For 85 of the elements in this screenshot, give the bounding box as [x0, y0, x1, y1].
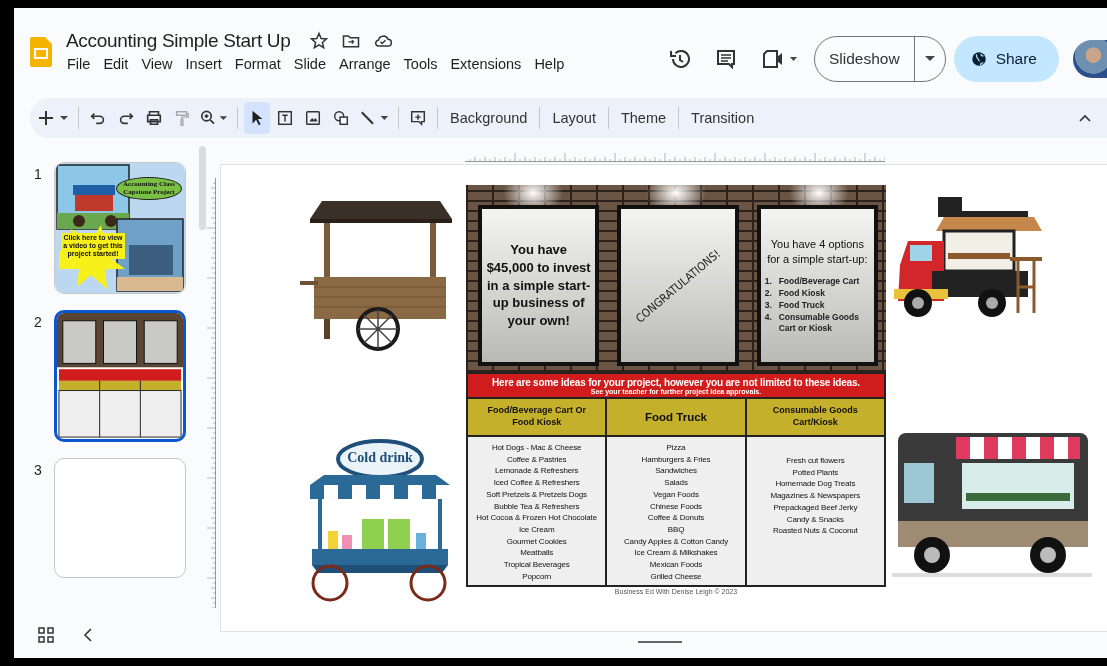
paint-roller-icon: [173, 109, 191, 127]
idea-item: Potted Plants: [792, 466, 839, 479]
column-header: Food Truck: [607, 399, 745, 437]
list-item: Food Truck: [778, 299, 826, 311]
sign-text: Cold drink: [346, 450, 414, 466]
idea-item: Hot Dogs - Mac & Cheese: [491, 442, 582, 454]
idea-item: Lemonade & Refreshers: [494, 465, 579, 478]
plus-icon: [38, 108, 70, 128]
globe-icon: [969, 50, 988, 68]
avatar[interactable]: [1073, 40, 1107, 78]
resize-handle[interactable]: [638, 641, 682, 643]
idea-item: Magazines & Newspapers: [770, 490, 861, 502]
list-number: 4.: [764, 311, 773, 324]
idea-item: Bubble Tea & Refreshers: [494, 500, 580, 513]
toolbar-button[interactable]: Layout: [546, 110, 602, 126]
idea-item: Salads: [664, 477, 688, 489]
column-header: Food/Beverage Cart Or Food Kiosk: [468, 399, 606, 437]
menu-item[interactable]: Help: [534, 56, 565, 72]
add-comment-icon: [409, 109, 427, 127]
menu-item[interactable]: Arrange: [339, 56, 391, 72]
idea-item: Chinese Foods: [650, 500, 702, 513]
idea-item: Ice Cream: [518, 523, 555, 536]
idea-item: Popcorn: [522, 570, 552, 583]
toolbar-button[interactable]: Theme: [614, 110, 673, 126]
share-button[interactable]: Share: [953, 36, 1059, 82]
collapse-panel-icon[interactable]: [82, 627, 94, 643]
menu-item[interactable]: Edit: [103, 56, 129, 72]
idea-item: Fresh cut flowers: [786, 455, 845, 467]
menu-item[interactable]: Extensions: [450, 56, 522, 72]
idea-item: Tropical Beverages: [503, 559, 570, 571]
list-number: 1.: [764, 275, 773, 287]
slide-thumbnail[interactable]: [54, 458, 186, 578]
idea-item: Candy & Snacks: [786, 513, 844, 526]
banner-title: Here are some ideas for your project, however you are not limited to these ideas.: [492, 377, 860, 388]
text-box-icon: [276, 109, 294, 127]
image-icon: [304, 109, 322, 127]
panel-heading: You have 4 options for a simple start-up:: [766, 237, 869, 267]
toolbar-button[interactable]: Background: [444, 110, 534, 126]
collapse-icon[interactable]: [1079, 114, 1091, 122]
idea-item: Sandwiches: [655, 465, 697, 478]
idea-item: BBQ: [667, 523, 685, 536]
menu-item[interactable]: Tools: [403, 56, 438, 72]
slide-number: 2: [34, 314, 43, 330]
idea-item: Prepackaged Beef Jerky: [773, 501, 858, 514]
idea-item: Hamburgers & Fries: [641, 453, 711, 466]
grid-view-icon[interactable]: [36, 625, 56, 645]
caret-icon: [924, 56, 935, 62]
idea-item: Gourmet Cookies: [506, 535, 567, 548]
shapes-icon: [332, 109, 350, 127]
idea-item: Hot Cocoa & Frozen Hot Chocolate: [476, 512, 597, 524]
idea-item: Roasted Nuts & Coconut: [772, 525, 858, 537]
list-number: 3.: [764, 299, 773, 311]
menu-item[interactable]: File: [67, 56, 91, 72]
star-icon[interactable]: [308, 31, 329, 51]
idea-item: Vegan Foods: [653, 488, 699, 501]
menu-item[interactable]: Format: [234, 56, 281, 72]
print-icon: [145, 109, 163, 127]
history-icon[interactable]: [667, 47, 692, 71]
idea-item: Mexican Foods: [649, 559, 703, 571]
idea-item: Iced Coffee & Refreshers: [493, 477, 580, 489]
scrollbar[interactable]: [199, 146, 206, 230]
list-item: Food/Beverage Cart: [778, 275, 861, 287]
menu-item[interactable]: View: [141, 56, 173, 72]
list-item: Consumable Goods Cart or Kiosk: [778, 311, 860, 334]
slideshow-button[interactable]: Slideshow: [814, 37, 915, 81]
list-number: 2.: [764, 287, 773, 299]
document-title[interactable]: Accounting Simple Start Up: [66, 30, 291, 52]
idea-item: Coffee & Donuts: [647, 512, 705, 524]
menu-item[interactable]: Slide: [293, 56, 326, 72]
idea-item: Coffee & Pastries: [506, 453, 567, 466]
panel-text: You have $45,000 to invest in a simple start-up business of your own!: [486, 240, 592, 331]
idea-item: Grilled Cheese: [650, 570, 702, 583]
idea-item: Pizza: [666, 442, 686, 454]
column-header: Consumable Goods Cart/Kiosk: [746, 399, 884, 437]
slide-number: 3: [34, 462, 43, 478]
tool-button[interactable]: [244, 102, 270, 134]
list-item: Food Kiosk: [778, 287, 826, 299]
idea-item: Homemade Dog Treats: [775, 478, 856, 491]
idea-item: Candy Apples & Cotton Candy: [623, 535, 728, 548]
idea-item: Ice Cream & Milkshakes: [634, 547, 718, 560]
toolbar-button[interactable]: Transition: [685, 110, 761, 126]
slide-number: 1: [34, 166, 43, 182]
idea-item: Meatballs: [520, 547, 554, 560]
idea-item: Soft Pretzels & Pretzels Dogs: [486, 488, 587, 501]
menu-item[interactable]: Insert: [185, 56, 222, 72]
